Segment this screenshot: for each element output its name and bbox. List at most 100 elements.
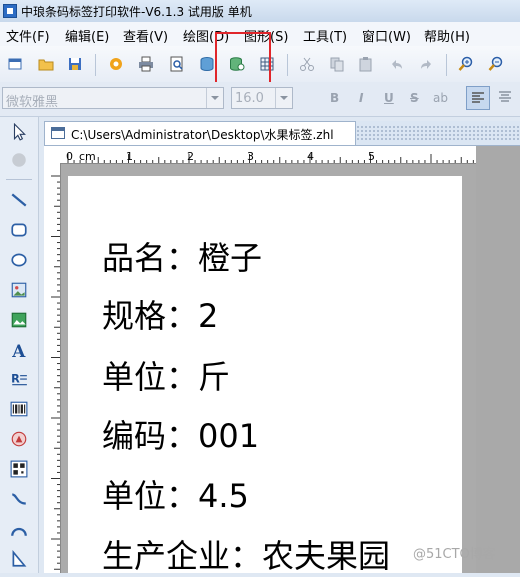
font-family-select[interactable]: 微软雅黑 xyxy=(2,87,224,110)
drawing-toolbar: A R xyxy=(0,117,39,573)
print-preview-button[interactable] xyxy=(168,55,186,73)
zoom-out-icon xyxy=(488,56,503,71)
font-size-select[interactable]: 16.0 xyxy=(231,87,293,109)
label-text-code[interactable]: 编码：001 xyxy=(102,411,259,457)
ellipse-tool-button[interactable] xyxy=(9,250,29,270)
scissors-icon xyxy=(300,57,314,71)
hand-tool-button[interactable] xyxy=(9,150,29,170)
new-document-button[interactable] xyxy=(6,55,24,73)
ruler-unit: cm xyxy=(79,150,96,163)
label-text-spec[interactable]: 规格：2 xyxy=(102,291,218,337)
open-button[interactable] xyxy=(37,55,55,73)
zoom-in-button[interactable] xyxy=(457,55,475,73)
ruler-label-4: 4 xyxy=(307,150,314,163)
text-tool-button[interactable]: A xyxy=(9,340,29,360)
database-button[interactable] xyxy=(198,55,216,73)
ruler-corner xyxy=(44,146,60,163)
app-logo-icon xyxy=(3,4,17,18)
save-button[interactable] xyxy=(66,55,84,73)
ruler-label-1: 1 xyxy=(126,150,133,163)
horizontal-ruler: 0 cm 1 2 3 4 5 xyxy=(60,146,476,164)
document-tab[interactable]: C:\Users\Administrator\Desktop\水果标签.zhl xyxy=(44,121,356,145)
chevron-down-icon[interactable] xyxy=(206,88,223,108)
window-title: 中琅条码标签打印软件-V6.1.3 试用版 单机 xyxy=(21,5,252,19)
folder-open-icon xyxy=(38,59,54,71)
menu-edit[interactable]: 编辑(E) xyxy=(65,26,109,45)
chevron-down-icon[interactable] xyxy=(275,88,292,108)
italic-button[interactable]: I xyxy=(359,91,363,105)
zoom-in-icon xyxy=(458,56,473,71)
save-disk-icon xyxy=(69,58,81,70)
ruler-label-0: 0 xyxy=(66,150,73,163)
ruler-label-2: 2 xyxy=(187,150,194,163)
document-settings-button[interactable] xyxy=(107,55,125,73)
line-tool-button[interactable] xyxy=(9,190,29,210)
cut-button[interactable] xyxy=(298,55,316,73)
barcode-tool-button[interactable] xyxy=(9,399,29,419)
copy-button[interactable] xyxy=(328,55,346,73)
polygon-tool-button[interactable] xyxy=(9,549,29,569)
landscape-picture-icon xyxy=(11,312,27,328)
database-icon xyxy=(200,57,214,72)
printer-icon xyxy=(139,56,153,72)
menu-window[interactable]: 窗口(W) xyxy=(362,26,411,45)
horizontal-ruler-ticks xyxy=(67,154,474,163)
align-center-icon xyxy=(499,91,511,102)
undo-button[interactable] xyxy=(388,55,406,73)
label-text-price[interactable]: 单位：4.5 xyxy=(102,471,249,517)
print-button[interactable] xyxy=(137,55,155,73)
zoom-out-button[interactable] xyxy=(487,55,505,73)
qrcode-tool-button[interactable] xyxy=(9,459,29,479)
ruler-label-5: 5 xyxy=(368,150,375,163)
image-tool-button[interactable] xyxy=(9,280,29,300)
watermark: @51CTO博客 xyxy=(413,547,496,562)
menu-view[interactable]: 查看(V) xyxy=(123,26,168,45)
document-tab-title: C:\Users\Administrator\Desktop\水果标签.zhl xyxy=(71,128,334,142)
label-text-product-name[interactable]: 品名：橙子 xyxy=(102,233,262,279)
format-toolbar: 微软雅黑 16.0 B I U S ab xyxy=(0,82,520,117)
font-family-value: 微软雅黑 xyxy=(6,95,59,110)
text-a-icon: A xyxy=(11,341,26,359)
title-bar: 中琅条码标签打印软件-V6.1.3 试用版 单机 xyxy=(0,0,520,22)
rectangle-tool-button[interactable] xyxy=(9,220,29,240)
vertical-ruler-ticks xyxy=(51,175,60,570)
arc-icon xyxy=(11,527,27,536)
redo-button[interactable] xyxy=(417,55,435,73)
vertical-ruler xyxy=(44,163,61,573)
line-icon xyxy=(11,193,27,207)
graphic-tool-button[interactable] xyxy=(9,429,29,449)
rich-text-tool-button[interactable]: R xyxy=(9,369,29,389)
menu-tools[interactable]: 工具(T) xyxy=(303,26,347,45)
strikethrough-button[interactable]: S xyxy=(410,91,419,105)
align-center-button[interactable] xyxy=(494,86,518,110)
copy-icon xyxy=(330,57,344,72)
menu-help[interactable]: 帮助(H) xyxy=(424,26,470,45)
pointer-arrow-icon xyxy=(13,123,26,141)
menu-file[interactable]: 文件(F) xyxy=(6,26,50,45)
align-left-button[interactable] xyxy=(466,86,490,110)
arc-tool-button[interactable] xyxy=(9,519,29,539)
new-document-icon xyxy=(8,58,22,70)
pan-hand-icon xyxy=(12,153,26,167)
barcode-icon xyxy=(10,401,28,417)
rounded-rectangle-icon xyxy=(11,223,27,237)
picture-tool-button[interactable] xyxy=(9,310,29,330)
image-icon xyxy=(11,282,27,298)
document-window-icon xyxy=(51,127,65,139)
paste-button[interactable] xyxy=(357,55,375,73)
document-tab-bar: C:\Users\Administrator\Desktop\水果标签.zhl xyxy=(44,121,520,146)
svg-text:R: R xyxy=(11,372,20,385)
redo-icon xyxy=(421,60,431,69)
select-tool-button[interactable] xyxy=(9,122,29,142)
superscript-button[interactable]: ab xyxy=(433,91,448,105)
font-size-value: 16.0 xyxy=(235,91,264,106)
bold-button[interactable]: B xyxy=(330,91,339,105)
shapes-icon xyxy=(11,431,27,447)
curve-tool-button[interactable] xyxy=(9,489,29,509)
underline-button[interactable]: U xyxy=(384,91,394,105)
canvas-margin xyxy=(476,146,520,573)
align-left-icon xyxy=(472,92,484,103)
label-text-unit[interactable]: 单位：斤 xyxy=(102,352,230,398)
paste-icon xyxy=(359,57,372,72)
label-text-producer[interactable]: 生产企业：农夫果园 xyxy=(102,531,390,577)
